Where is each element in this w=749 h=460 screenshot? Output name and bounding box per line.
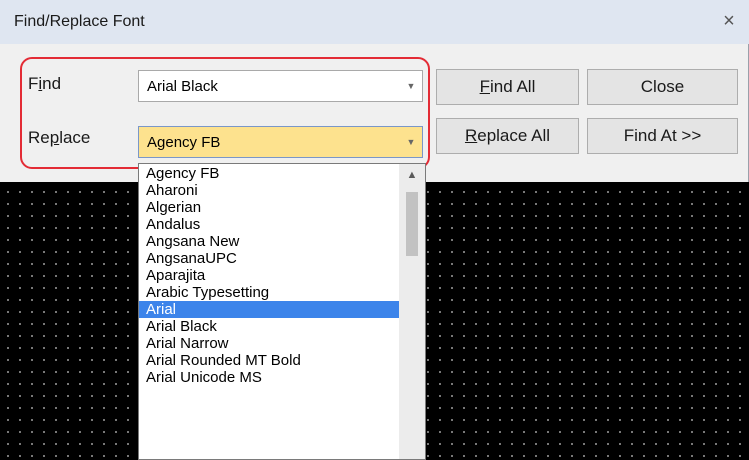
close-icon[interactable]: × (717, 9, 741, 33)
list-item[interactable]: Aharoni (139, 182, 400, 199)
list-item[interactable]: Agency FB (139, 165, 400, 182)
font-dropdown-list[interactable]: Agency FB Aharoni Algerian Andalus Angsa… (138, 163, 426, 460)
close-button[interactable]: Close (587, 69, 738, 105)
scroll-thumb[interactable] (406, 192, 418, 256)
scroll-up-icon[interactable]: ▲ (399, 164, 425, 186)
title-bar: Find/Replace Font × (0, 0, 749, 44)
close-button-label: Close (640, 77, 685, 96)
window-title: Find/Replace Font (14, 13, 145, 30)
find-at-button[interactable]: Find At >> (587, 118, 738, 154)
find-font-value: Arial Black (147, 78, 218, 95)
list-item[interactable]: Arial Black (139, 318, 400, 335)
list-item[interactable]: Arabic Typesetting (139, 284, 400, 301)
replace-all-button[interactable]: Replace All (436, 118, 579, 154)
find-font-combobox[interactable]: Arial Black ▼ (138, 70, 423, 102)
list-item[interactable]: Algerian (139, 199, 400, 216)
list-item[interactable]: Arial Unicode MS (139, 369, 400, 386)
find-label-suffix: nd (42, 74, 62, 93)
replace-all-label: eplace All (477, 126, 551, 145)
find-label: Find (28, 74, 61, 94)
chevron-down-icon[interactable]: ▼ (400, 127, 422, 157)
find-at-button-label: Find At >> (623, 126, 702, 145)
chevron-down-icon[interactable]: ▼ (400, 71, 422, 101)
find-all-label: ind All (490, 77, 536, 96)
find-all-mnemonic: F (479, 77, 490, 96)
find-all-button[interactable]: Find All (436, 69, 579, 105)
replace-label-suffix: lace (59, 128, 91, 147)
list-item[interactable]: Aparajita (139, 267, 400, 284)
list-item[interactable]: Angsana New (139, 233, 400, 250)
list-item[interactable]: AngsanaUPC (139, 250, 400, 267)
replace-font-combobox[interactable]: Agency FB ▼ (138, 126, 423, 158)
replace-label: Replace (28, 128, 90, 148)
replace-all-mnemonic: R (464, 126, 478, 145)
replace-label-prefix: Re (28, 128, 50, 147)
dropdown-scrollbar[interactable]: ▲ (399, 164, 425, 459)
find-label-prefix: F (28, 74, 39, 93)
list-item[interactable]: Andalus (139, 216, 400, 233)
replace-font-value: Agency FB (147, 134, 221, 151)
list-item-selected[interactable]: Arial (139, 301, 400, 318)
list-item[interactable]: Arial Rounded MT Bold (139, 352, 400, 369)
list-item[interactable]: Arial Narrow (139, 335, 400, 352)
replace-label-mnemonic: p (49, 128, 60, 147)
find-replace-font-dialog: Find/Replace Font × Find Arial Black ▼ R… (0, 0, 749, 182)
